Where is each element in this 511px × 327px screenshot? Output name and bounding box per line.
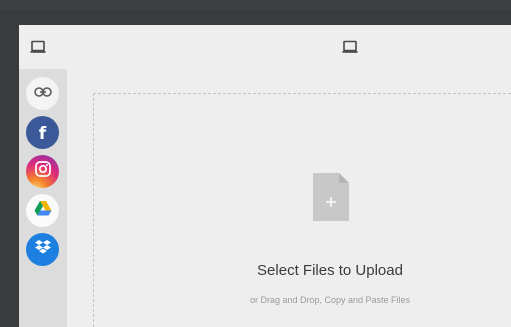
top-bar xyxy=(0,0,511,10)
facebook-source-button[interactable]: f xyxy=(26,116,59,149)
drop-zone[interactable] xyxy=(93,93,511,327)
upload-title: Select Files to Upload xyxy=(257,262,403,279)
laptop-icon[interactable] xyxy=(30,39,46,55)
google-drive-source-button[interactable] xyxy=(26,194,59,227)
laptop-icon[interactable] xyxy=(342,39,358,55)
link-source-button[interactable] xyxy=(26,77,59,110)
instagram-icon xyxy=(34,160,52,183)
dropbox-icon xyxy=(34,239,52,261)
dropbox-source-button[interactable] xyxy=(26,233,59,266)
instagram-source-button[interactable] xyxy=(26,155,59,188)
facebook-icon: f xyxy=(38,123,47,144)
source-sidebar: f xyxy=(19,69,67,327)
upload-subtitle: or Drag and Drop, Copy and Paste Files xyxy=(249,295,411,305)
google-drive-icon xyxy=(34,200,52,221)
link-icon xyxy=(33,85,52,103)
file-picker-window: f xyxy=(19,25,511,327)
file-plus-icon[interactable] xyxy=(313,173,349,221)
picker-header xyxy=(19,25,511,69)
